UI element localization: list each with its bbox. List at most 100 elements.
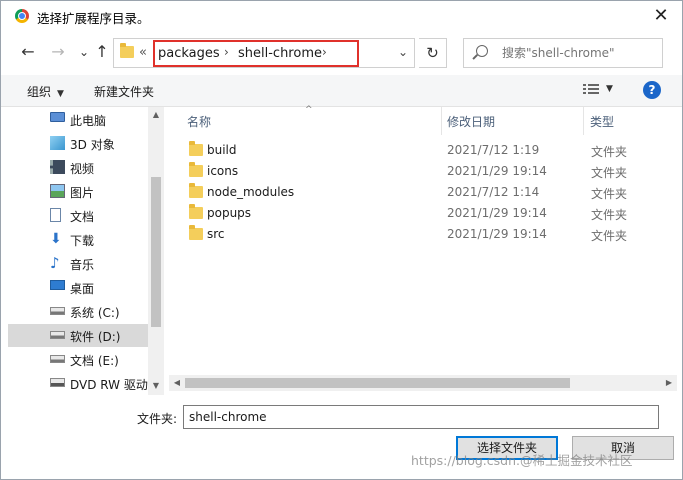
folder-icon [189, 225, 203, 240]
column-header-date[interactable]: 修改日期 [447, 113, 495, 130]
file-name: popups [207, 206, 252, 220]
column-header-name[interactable]: 名称 [187, 113, 211, 130]
file-type: 文件夹 [591, 229, 628, 243]
back-button[interactable]: ← [17, 41, 39, 63]
sort-ascending-icon: ^ [305, 105, 313, 115]
sidebar-item-label: 视频 [70, 162, 95, 176]
title-bar: 选择扩展程序目录。 ✕ [1, 1, 682, 31]
scroll-up-icon[interactable]: ▲ [148, 108, 164, 122]
drive-icon [50, 355, 65, 363]
folder-field-label: 文件夹: [137, 412, 178, 426]
folder-icon [189, 204, 203, 219]
file-row[interactable]: icons 2021/1/29 19:14 文件夹 [185, 161, 655, 182]
sidebar-item-label: 系统 (C:) [70, 306, 120, 320]
sidebar-item-label: DVD RW 驱动 [70, 378, 148, 392]
sidebar-item[interactable]: ♪ 音乐 [8, 252, 148, 275]
file-date: 2021/1/29 19:14 [447, 164, 547, 178]
video-icon [50, 160, 65, 174]
watermark-text: https://blog.csdn.@稀土掘金技术社区 [411, 453, 633, 468]
picture-icon [50, 184, 65, 198]
up-button[interactable]: ↑ [91, 41, 113, 63]
search-icon [476, 45, 488, 57]
sidebar-item[interactable]: 此电脑 [8, 108, 148, 131]
cube-icon [50, 136, 65, 150]
scroll-left-icon[interactable]: ◀ [170, 376, 184, 390]
file-type: 文件夹 [591, 187, 628, 201]
search-input[interactable] [502, 45, 652, 61]
column-divider[interactable] [583, 107, 584, 135]
sidebar-item[interactable]: 桌面 [8, 276, 148, 299]
desktop-icon [50, 280, 65, 290]
organize-label: 组织 [27, 85, 52, 99]
sidebar-item[interactable]: 文档 [8, 204, 148, 227]
file-list-scrollbar[interactable]: ◀ ▶ [169, 375, 677, 391]
chrome-logo-icon [15, 9, 29, 23]
file-row[interactable]: src 2021/1/29 19:14 文件夹 [185, 224, 655, 245]
column-divider[interactable] [441, 107, 442, 135]
scrollbar-thumb[interactable] [185, 378, 570, 388]
file-list-pane: ^ 名称 修改日期 类型 build 2021/7/12 1:19 文件夹 icons… [165, 105, 677, 395]
navigation-pane: 此电脑 3D 对象视频图片文档 ⬇ 下载 ♪ 音乐 桌面系统 (C:) 软件 (D:) 文档 (… [8, 107, 164, 395]
scrollbar-thumb[interactable] [151, 177, 161, 327]
navigation-pane-scrollbar[interactable]: ▲ ▼ [148, 107, 164, 395]
address-dropdown-icon[interactable]: ⌄ [398, 45, 408, 59]
download-icon: ⬇ [50, 231, 62, 247]
file-date: 2021/7/12 1:19 [447, 143, 540, 157]
breadcrumb-packages[interactable]: packages [158, 46, 220, 61]
sidebar-item-label: 图片 [70, 186, 95, 200]
folder-picker-dialog: 选择扩展程序目录。 ✕ ← → ⌄ ↑ « packages › shell-c… [0, 0, 683, 480]
chevron-down-icon: ▼ [57, 89, 64, 99]
help-icon[interactable]: ? [643, 81, 661, 99]
sidebar-item[interactable]: DVD RW 驱动 [8, 372, 148, 395]
toolbar: 组织 ▼ 新建文件夹 ▼ ? [1, 75, 682, 107]
file-type: 文件夹 [591, 145, 628, 159]
file-row[interactable]: node_modules 2021/7/12 1:14 文件夹 [185, 182, 655, 203]
sidebar-item[interactable]: 3D 对象 [8, 132, 148, 155]
computer-icon [50, 112, 65, 122]
scroll-down-icon[interactable]: ▼ [148, 379, 164, 393]
folder-icon [120, 43, 134, 58]
sidebar-item-label: 3D 对象 [70, 138, 115, 152]
file-date: 2021/7/12 1:14 [447, 185, 540, 199]
navigation-bar: ← → ⌄ ↑ « packages › shell-chrome › ⌄ ↻ [1, 33, 682, 71]
sidebar-item-label: 文档 [70, 210, 95, 224]
folder-name-input[interactable] [183, 405, 659, 429]
close-button[interactable]: ✕ [650, 5, 672, 27]
breadcrumb-separator-icon[interactable]: › [224, 45, 229, 59]
file-type: 文件夹 [591, 208, 628, 222]
search-box [463, 38, 663, 68]
forward-button[interactable]: → [47, 41, 69, 63]
file-name: icons [207, 164, 239, 178]
sidebar-item-label: 软件 (D:) [70, 330, 121, 344]
sidebar-item-label: 此电脑 [70, 114, 107, 128]
dvd-icon [50, 378, 65, 387]
column-header-type[interactable]: 类型 [590, 113, 614, 130]
sidebar-item[interactable]: ⬇ 下载 [8, 228, 148, 251]
folder-icon [189, 141, 203, 156]
file-row[interactable]: popups 2021/1/29 19:14 文件夹 [185, 203, 655, 224]
file-row[interactable]: build 2021/7/12 1:19 文件夹 [185, 140, 655, 161]
music-icon: ♪ [50, 254, 60, 272]
sidebar-item[interactable]: 软件 (D:) [8, 324, 148, 347]
address-bar[interactable]: « packages › shell-chrome › ⌄ [113, 38, 415, 68]
sidebar-item[interactable]: 文档 (E:) [8, 348, 148, 371]
file-type: 文件夹 [591, 166, 628, 180]
folder-icon [189, 183, 203, 198]
breadcrumb-separator-icon[interactable]: › [322, 45, 327, 59]
sidebar-item[interactable]: 视频 [8, 156, 148, 179]
organize-button[interactable]: 组织 ▼ [27, 83, 64, 100]
drive-icon [50, 331, 65, 339]
view-options-icon[interactable] [583, 84, 599, 96]
sidebar-item[interactable]: 系统 (C:) [8, 300, 148, 323]
drive-icon [50, 307, 65, 315]
view-dropdown-icon[interactable]: ▼ [606, 84, 613, 94]
sidebar-item-label: 下载 [70, 234, 95, 248]
breadcrumb-shell-chrome[interactable]: shell-chrome [238, 46, 322, 61]
new-folder-button[interactable]: 新建文件夹 [94, 83, 154, 100]
sidebar-item[interactable]: 图片 [8, 180, 148, 203]
refresh-button[interactable]: ↻ [419, 38, 447, 68]
scroll-right-icon[interactable]: ▶ [662, 376, 676, 390]
file-name: build [207, 143, 237, 157]
file-date: 2021/1/29 19:14 [447, 206, 547, 220]
overflow-chevron-icon[interactable]: « [139, 45, 147, 60]
